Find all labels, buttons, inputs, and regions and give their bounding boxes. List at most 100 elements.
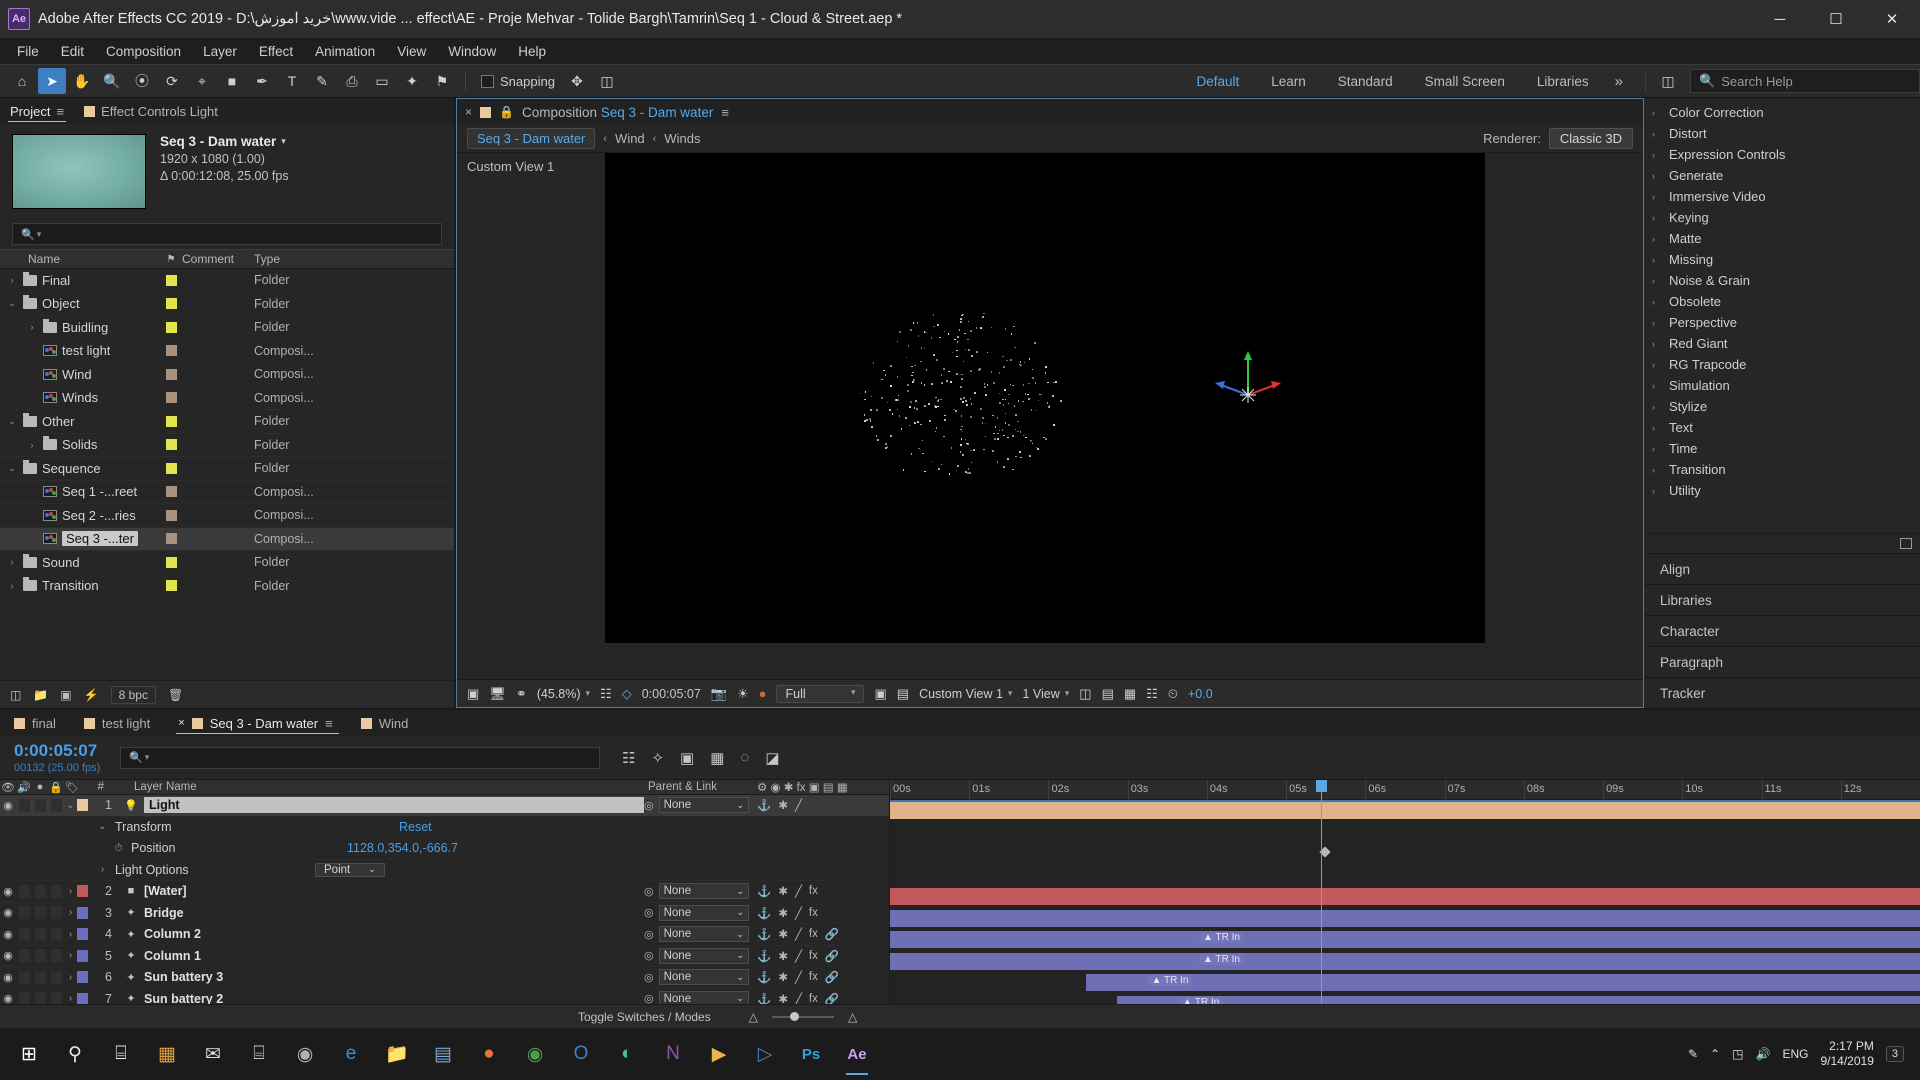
layer-label-chip[interactable] <box>77 992 88 1004</box>
shape-tool[interactable]: ■ <box>218 68 246 94</box>
reset-exposure-icon[interactable]: ⏲ <box>1168 686 1178 702</box>
project-settings-icon[interactable]: ⚡ <box>84 688 99 702</box>
timeline-search-input[interactable]: 🔍 ▾ <box>120 746 600 769</box>
show-channel-icon[interactable]: 🖥 <box>489 686 506 702</box>
delete-icon[interactable]: 🗑 <box>168 688 183 702</box>
collapse-transform-icon[interactable]: ✱ <box>778 970 788 984</box>
layer-video-toggle[interactable]: ◉ <box>0 885 16 898</box>
view-layout-select[interactable]: Custom View 1 ▾ <box>919 687 1012 701</box>
hand-tool[interactable]: ✋ <box>68 68 96 94</box>
layer-row[interactable]: ◉ › 4 ✦ Column 2 ◎ None ⌄ ⚓ ✱ ╱ fx 🔗 <box>0 924 889 946</box>
project-item-row[interactable]: Seq 1 -...reet Composi... <box>0 481 454 504</box>
project-item-row[interactable]: Winds Composi... <box>0 387 454 410</box>
layer-label-chip[interactable] <box>77 928 88 941</box>
project-item-row[interactable]: › Sound Folder <box>0 551 454 575</box>
parent-dropdown[interactable]: None ⌄ <box>658 797 749 814</box>
link-icon[interactable]: 🔗 <box>825 970 839 984</box>
layer-label-chip[interactable] <box>77 885 88 898</box>
opera-icon[interactable]: O <box>558 1031 604 1077</box>
fx-icon[interactable]: fx <box>809 928 818 940</box>
panel-menu-icon[interactable]: ≡ <box>325 716 333 731</box>
breadcrumb-comp[interactable]: Seq 3 - Dam water <box>467 128 596 149</box>
layer-duration-bar[interactable] <box>890 931 1920 948</box>
twisty-icon[interactable]: › <box>1652 381 1662 391</box>
panel-tab-align[interactable]: Align <box>1644 553 1920 584</box>
twisty-icon[interactable]: › <box>1652 465 1662 475</box>
timeline-tab-final[interactable]: final <box>0 710 70 736</box>
chevron-up-icon[interactable]: ⌃ <box>1710 1047 1720 1061</box>
menu-window[interactable]: Window <box>437 41 507 62</box>
label-color-chip[interactable] <box>165 345 177 357</box>
collapse-transform-icon[interactable]: ✱ <box>778 927 788 941</box>
timeline-graph[interactable]: 00s 01s 02s 03s 04s 05s 06s 07s 08s 09s 10s 11s 12s … <box>890 780 1920 1004</box>
layer-audio-toggle[interactable] <box>16 949 32 963</box>
project-item-row[interactable]: Seq 3 -...ter Composi... <box>0 527 454 551</box>
layer-audio-toggle[interactable] <box>16 884 32 898</box>
store-icon[interactable]: ▦ <box>144 1031 190 1077</box>
light-options-twisty-icon[interactable]: › <box>96 864 109 875</box>
effect-category-time[interactable]: › Time <box>1644 438 1920 459</box>
effect-category-keying[interactable]: › Keying <box>1644 207 1920 228</box>
layer-lock-toggle[interactable] <box>48 970 64 984</box>
fx-icon[interactable]: fx <box>809 885 818 897</box>
workspace-small-screen[interactable]: Small Screen <box>1409 70 1521 93</box>
effect-category-rg-trapcode[interactable]: › RG Trapcode <box>1644 354 1920 375</box>
take-snapshot-icon[interactable]: 📷 <box>711 686 727 702</box>
menu-help[interactable]: Help <box>507 41 557 62</box>
quality-icon[interactable]: ╱ <box>795 949 802 963</box>
parent-pickwhip-icon[interactable]: ◎ <box>644 906 654 919</box>
parent-dropdown[interactable]: None ⌄ <box>658 926 749 943</box>
orbit-camera-tool[interactable]: ⦿ <box>128 68 156 94</box>
layer-duration-bar[interactable] <box>890 802 1920 819</box>
menu-file[interactable]: File <box>6 41 50 62</box>
layer-lock-toggle[interactable] <box>48 906 64 920</box>
quality-icon[interactable]: ╱ <box>795 906 802 920</box>
workspace-libraries[interactable]: Libraries <box>1521 70 1605 93</box>
layer-duration-bar[interactable] <box>1116 995 1920 1004</box>
after-effects-icon[interactable]: Ae <box>834 1031 880 1077</box>
start-icon[interactable]: ⊞ <box>6 1031 52 1077</box>
3d-layer-icon[interactable]: ⚓ <box>757 992 771 1004</box>
collapse-transform-icon[interactable]: ✱ <box>778 949 788 963</box>
menu-composition[interactable]: Composition <box>95 41 192 62</box>
parent-pickwhip-icon[interactable]: ◎ <box>644 885 654 898</box>
zoom-in-icon[interactable]: △ <box>848 1010 857 1024</box>
layer-name[interactable]: Sun battery 3 <box>144 970 223 984</box>
3d-layer-icon[interactable]: ⚓ <box>757 927 771 941</box>
layer-video-toggle[interactable]: ◉ <box>0 992 16 1004</box>
layer-duration-bar[interactable] <box>890 888 1920 905</box>
parent-dropdown[interactable]: None ⌄ <box>658 883 749 900</box>
timecode-block[interactable]: 0:00:05:07 00132 (25.00 fps) <box>0 741 120 774</box>
twisty-icon[interactable]: › <box>1652 108 1662 118</box>
3d-layer-icon[interactable]: ⚓ <box>757 884 771 898</box>
project-item-row[interactable]: ⌄ Object Folder <box>0 293 454 316</box>
twisty-icon[interactable]: › <box>6 557 18 567</box>
breadcrumb-item[interactable]: Winds <box>664 131 700 146</box>
region-of-interest-icon[interactable]: ☷ <box>600 686 612 702</box>
snapping-toggle[interactable]: Snapping <box>481 74 555 89</box>
label-color-chip[interactable] <box>165 368 177 380</box>
stopwatch-icon[interactable]: ⏱ <box>112 843 125 854</box>
draft-3d-icon[interactable]: ✧ <box>651 749 664 767</box>
effect-category-utility[interactable]: › Utility <box>1644 480 1920 501</box>
layer-lock-toggle[interactable] <box>48 992 64 1004</box>
pixel-aspect-correction-icon[interactable]: ◫ <box>1079 686 1091 702</box>
fx-icon[interactable]: fx <box>809 993 818 1004</box>
layer-solo-toggle[interactable] <box>32 927 48 941</box>
layer-lock-toggle[interactable] <box>48 798 64 812</box>
timeline-tab-seq-3---dam-water[interactable]: × Seq 3 - Dam water ≡ <box>164 710 346 736</box>
bit-depth-label[interactable]: 8 bpc <box>110 685 156 704</box>
parent-dropdown[interactable]: None ⌄ <box>658 990 749 1004</box>
layer-label-chip[interactable] <box>77 949 88 962</box>
quality-icon[interactable]: ╱ <box>795 992 802 1004</box>
layer-name[interactable]: Sun battery 2 <box>144 992 223 1004</box>
twisty-icon[interactable]: › <box>1652 423 1662 433</box>
panel-menu-icon[interactable]: ≡ <box>56 104 64 119</box>
close-icon[interactable]: × <box>178 717 184 729</box>
panel-tab-libraries[interactable]: Libraries <box>1644 584 1920 615</box>
layer-name[interactable]: Column 2 <box>144 927 201 941</box>
show-grid-icon[interactable]: ▣ <box>874 686 886 702</box>
light-type-dropdown[interactable]: Point ⌄ <box>315 862 385 877</box>
effect-category-transition[interactable]: › Transition <box>1644 459 1920 480</box>
new-composition-icon[interactable]: ▣ <box>60 688 71 702</box>
